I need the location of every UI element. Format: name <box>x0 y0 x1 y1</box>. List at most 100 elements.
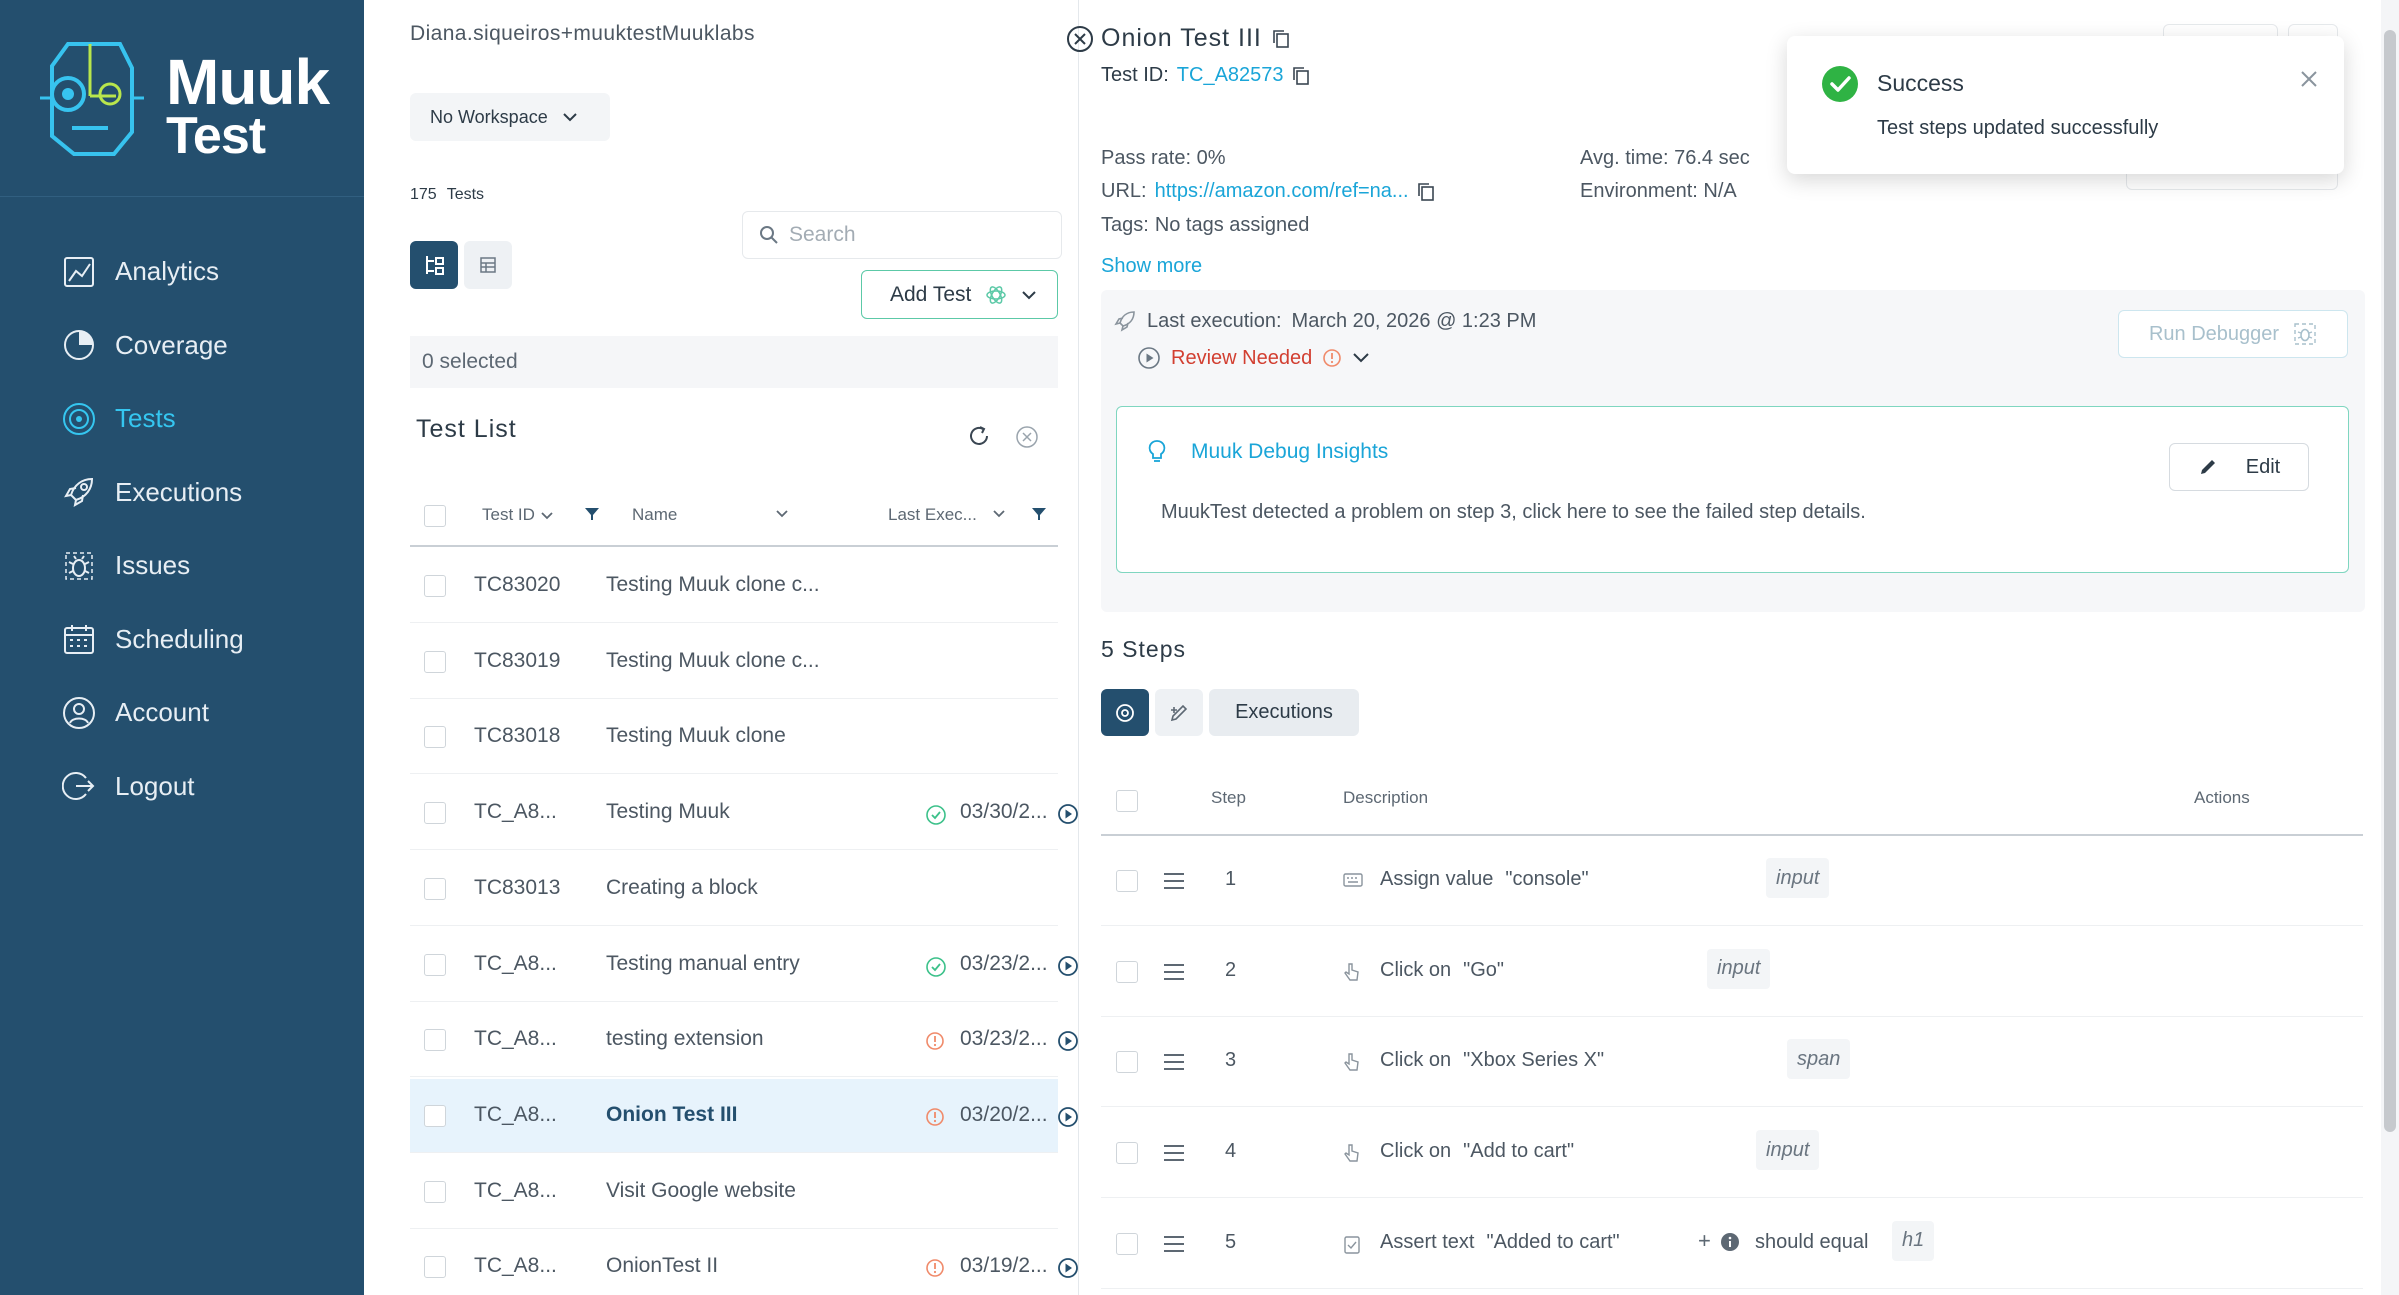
test-name-cell[interactable]: Testing Muuk <box>606 800 831 824</box>
step-row[interactable]: 4 Click on "Add to cart" input <box>1101 1108 2363 1199</box>
run-test-icon[interactable] <box>1057 803 1079 825</box>
select-all-checkbox[interactable] <box>424 505 446 527</box>
run-test-icon[interactable] <box>1057 955 1079 977</box>
run-test-button[interactable] <box>1057 1030 1079 1058</box>
row-checkbox[interactable] <box>424 1104 446 1127</box>
nav-executions[interactable]: Executions <box>60 456 244 530</box>
close-detail-icon[interactable] <box>1065 24 1095 54</box>
col-last-exec-label[interactable]: Last Exec... <box>888 505 977 525</box>
col-name-label[interactable]: Name <box>632 505 677 525</box>
test-id-link[interactable]: TC_A82573 <box>1177 64 1284 87</box>
test-name-cell[interactable]: Creating a block <box>606 876 831 900</box>
row-checkbox[interactable] <box>424 575 446 597</box>
chevron-down-icon[interactable] <box>992 509 1006 518</box>
review-status[interactable]: Review Needed <box>1137 346 1370 370</box>
search-input[interactable]: Search <box>742 211 1062 259</box>
test-name-cell[interactable]: Visit Google website <box>606 1179 831 1203</box>
add-icon[interactable]: + <box>1698 1228 1711 1254</box>
test-name-cell[interactable]: testing extension <box>606 1027 831 1051</box>
col-test-id[interactable]: Test ID <box>482 505 554 525</box>
drag-handle-icon[interactable] <box>1163 963 1185 987</box>
step-row[interactable]: 1 Assign value "console" input <box>1101 836 2363 926</box>
test-name-cell[interactable]: Testing Muuk clone <box>606 724 831 748</box>
drag-handle-icon[interactable] <box>1163 1144 1185 1168</box>
step-row[interactable]: 2 Click on "Go" input <box>1101 927 2363 1017</box>
step-checkbox[interactable] <box>1116 1051 1138 1074</box>
table-view-button[interactable] <box>464 241 512 289</box>
test-name-cell[interactable]: Onion Test III <box>606 1103 831 1127</box>
run-test-button[interactable] <box>1057 1106 1079 1134</box>
row-checkbox[interactable] <box>424 953 446 976</box>
test-row[interactable]: TC_A8... OnionTest II 03/19/2... <box>410 1230 1078 1295</box>
copy-icon[interactable] <box>1292 66 1310 86</box>
step-description[interactable]: Click on "Add to cart" <box>1380 1140 1574 1163</box>
nav-issues[interactable]: Issues <box>60 529 244 603</box>
test-name-cell[interactable]: Testing Muuk clone c... <box>606 649 831 673</box>
nav-tests[interactable]: Tests <box>60 382 244 456</box>
step-checkbox[interactable] <box>1116 870 1138 892</box>
row-checkbox[interactable] <box>424 726 446 749</box>
close-icon[interactable] <box>2299 69 2319 89</box>
edit-insights-button[interactable]: Edit <box>2169 443 2309 491</box>
step-description[interactable]: Click on "Go" <box>1380 959 1504 982</box>
info-icon[interactable] <box>1720 1232 1740 1258</box>
steps-view-button[interactable] <box>1101 689 1149 736</box>
step-checkbox[interactable] <box>1116 960 1138 983</box>
test-row[interactable]: TC83013 Creating a block <box>410 852 1058 926</box>
step-description[interactable]: Click on "Xbox Series X" <box>1380 1049 1604 1072</box>
run-test-button[interactable] <box>1057 803 1079 831</box>
row-checkbox[interactable] <box>424 1256 446 1279</box>
nav-logout[interactable]: Logout <box>60 750 244 824</box>
run-test-icon[interactable] <box>1057 1106 1079 1128</box>
workspace-dropdown[interactable]: No Workspace <box>410 93 610 141</box>
run-test-icon[interactable] <box>1057 1257 1079 1279</box>
step-row[interactable]: 3 Click on "Xbox Series X" span <box>1101 1017 2363 1108</box>
clear-filters-icon[interactable] <box>1015 425 1039 449</box>
step-row[interactable]: 5 Assert text "Added to cart" + should equal… <box>1101 1199 2363 1289</box>
filter-icon[interactable] <box>584 506 600 522</box>
nav-scheduling[interactable]: Scheduling <box>60 603 244 677</box>
test-row[interactable]: TC83018 Testing Muuk clone <box>410 700 1058 775</box>
copy-icon[interactable] <box>1272 29 1290 49</box>
scrollbar-thumb[interactable] <box>2384 30 2396 1132</box>
show-more-link[interactable]: Show more <box>1101 255 1202 278</box>
run-test-icon[interactable] <box>1057 1030 1079 1052</box>
test-name-cell[interactable]: Testing Muuk clone c... <box>606 573 831 597</box>
chevron-down-icon[interactable] <box>775 509 789 518</box>
test-name-cell[interactable]: Testing manual entry <box>606 952 831 976</box>
row-checkbox[interactable] <box>424 802 446 825</box>
executions-tab[interactable]: Executions <box>1209 689 1359 736</box>
filter-icon[interactable] <box>1031 506 1047 522</box>
row-checkbox[interactable] <box>424 1029 446 1052</box>
test-row[interactable]: TC_A8... Visit Google website <box>410 1155 1058 1229</box>
test-name-cell[interactable]: OnionTest II <box>606 1254 831 1278</box>
folder-view-button[interactable] <box>410 241 458 289</box>
nav-coverage[interactable]: Coverage <box>60 309 244 383</box>
refresh-icon[interactable] <box>967 424 991 448</box>
nav-analytics[interactable]: Analytics <box>60 235 244 309</box>
edit-steps-button[interactable] <box>1155 689 1203 736</box>
row-checkbox[interactable] <box>424 650 446 673</box>
run-debugger-button[interactable]: Run Debugger <box>2118 310 2348 358</box>
muuktest-logo[interactable]: Muuk Test <box>28 30 348 170</box>
step-description[interactable]: Assert text "Added to cart" <box>1380 1231 1620 1254</box>
copy-icon[interactable] <box>1417 182 1435 202</box>
add-test-button[interactable]: Add Test <box>861 270 1058 319</box>
test-row[interactable]: TC_A8... testing extension 03/23/2... <box>410 1003 1078 1078</box>
select-all-steps-checkbox[interactable] <box>1116 790 1138 812</box>
run-test-button[interactable] <box>1057 1257 1079 1285</box>
row-checkbox[interactable] <box>424 877 446 900</box>
run-test-button[interactable] <box>1057 955 1079 983</box>
drag-handle-icon[interactable] <box>1163 1053 1185 1077</box>
debug-insights-card[interactable]: Muuk Debug Insights MuukTest detected a … <box>1116 406 2349 573</box>
step-checkbox[interactable] <box>1116 1232 1138 1255</box>
test-row[interactable]: TC83020 Testing Muuk clone c... <box>410 549 1058 623</box>
test-row[interactable]: TC83019 Testing Muuk clone c... <box>410 625 1058 699</box>
step-checkbox[interactable] <box>1116 1142 1138 1165</box>
nav-account[interactable]: Account <box>60 676 244 750</box>
debug-insights-message[interactable]: MuukTest detected a problem on step 3, c… <box>1161 501 1866 524</box>
drag-handle-icon[interactable] <box>1163 1235 1185 1259</box>
test-row[interactable]: TC_A8... Testing Muuk 03/30/2... <box>410 776 1078 851</box>
url-link[interactable]: https://amazon.com/ref=na... <box>1155 180 1409 203</box>
drag-handle-icon[interactable] <box>1163 872 1185 896</box>
